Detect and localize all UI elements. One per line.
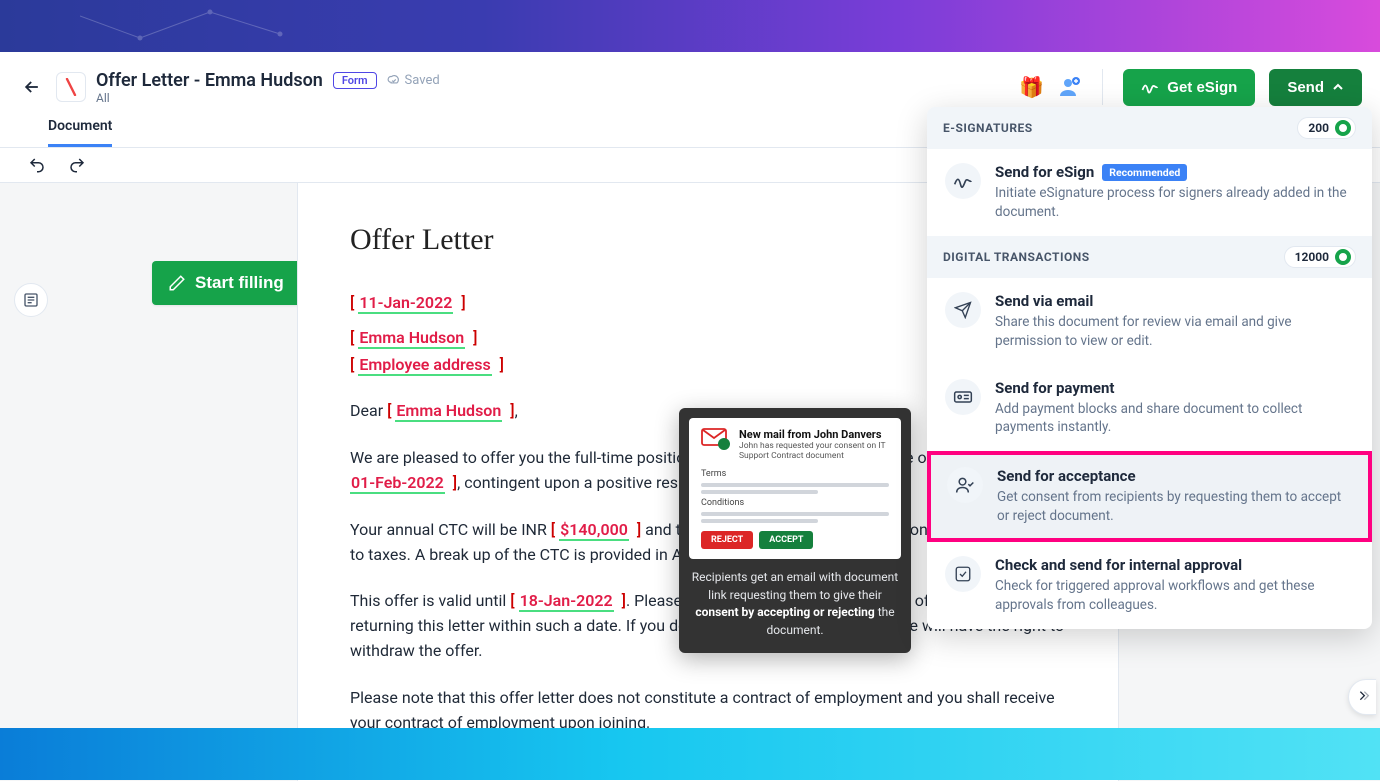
user-check-icon: [947, 467, 983, 503]
payment-icon: [945, 379, 981, 415]
app-chrome-header: [0, 0, 1380, 52]
saved-indicator: Saved: [387, 73, 440, 88]
signature-icon: [945, 163, 981, 199]
tooltip-accept: ACCEPT: [759, 531, 813, 549]
undo-icon[interactable]: [28, 156, 46, 174]
field-ctc[interactable]: $140,000: [559, 520, 629, 541]
esign-count: 200: [1297, 117, 1356, 139]
tooltip-mail-title: New mail from John Danvers: [739, 428, 889, 441]
send-for-payment[interactable]: Send for payment Add payment blocks and …: [927, 365, 1372, 452]
tooltip-reject: REJECT: [701, 531, 753, 549]
form-badge: Form: [333, 72, 377, 89]
outline-toggle-icon[interactable]: [14, 283, 48, 317]
recommended-badge: Recommended: [1102, 164, 1187, 181]
field-joining-date[interactable]: 01-Feb-2022: [350, 473, 445, 494]
transactions-count: 12000: [1284, 246, 1356, 268]
acceptance-tooltip: New mail from John Danvers John has requ…: [679, 408, 911, 653]
field-greeting-name[interactable]: Emma Hudson: [395, 401, 502, 422]
pencil-icon: [168, 274, 186, 292]
tab-document[interactable]: Document: [48, 112, 112, 147]
mail-shield-icon: [701, 428, 731, 450]
send-for-acceptance[interactable]: Send for acceptance Get consent from rec…: [927, 451, 1372, 542]
tooltip-caption: Recipients get an email with document li…: [689, 569, 901, 639]
document-title: Offer Letter - Emma Hudson: [96, 70, 323, 91]
toolbar: Offer Letter - Emma Hudson Form Saved Al…: [0, 52, 1380, 112]
chevron-up-icon: [1332, 81, 1344, 93]
collapse-handle-icon[interactable]: [1348, 679, 1376, 715]
field-valid-until[interactable]: 18-Jan-2022: [519, 591, 614, 612]
breadcrumb[interactable]: All: [96, 91, 440, 105]
redo-icon[interactable]: [68, 156, 86, 174]
send-for-approval[interactable]: Check and send for internal approval Che…: [927, 542, 1372, 629]
tooltip-mail-subtitle: John has requested your consent on IT Su…: [739, 441, 889, 461]
get-esign-button[interactable]: Get eSign: [1123, 69, 1255, 106]
send-dropdown: E-SIGNATURES 200 Send for eSignRecommend…: [927, 107, 1372, 629]
section-transactions: DIGITAL TRANSACTIONS 12000: [927, 236, 1372, 278]
section-esignatures: E-SIGNATURES 200: [927, 107, 1372, 149]
start-filling-button[interactable]: Start filling: [152, 261, 306, 305]
app-logo: [56, 72, 86, 102]
field-name[interactable]: Emma Hudson: [358, 328, 465, 349]
paper-plane-icon: [945, 292, 981, 328]
back-button[interactable]: [18, 73, 46, 101]
footer-bar: [0, 728, 1380, 780]
field-address[interactable]: Employee address: [358, 355, 491, 376]
send-for-esign[interactable]: Send for eSignRecommended Initiate eSign…: [927, 149, 1372, 236]
send-via-email[interactable]: Send via email Share this document for r…: [927, 278, 1372, 365]
field-date[interactable]: 11-Jan-2022: [358, 293, 453, 314]
gift-icon[interactable]: 🎁: [1019, 75, 1044, 99]
approval-icon: [945, 556, 981, 592]
add-user-icon[interactable]: [1058, 75, 1082, 99]
send-button[interactable]: Send: [1269, 69, 1362, 106]
